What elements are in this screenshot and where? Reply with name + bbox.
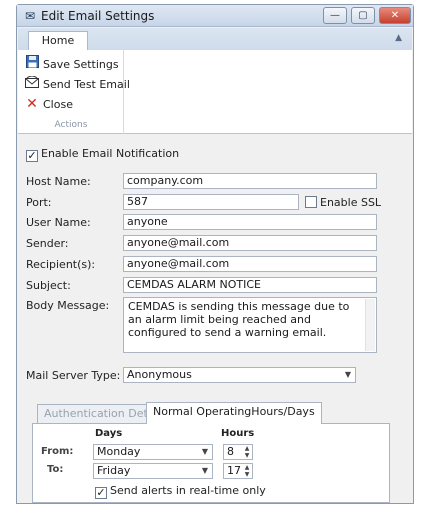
window-title: Edit Email Settings (41, 9, 155, 23)
close-label: Close (43, 98, 73, 111)
edit-email-settings-window: ✉ Edit Email Settings — ▢ ✕ Home ▲ Save … (16, 4, 414, 504)
to-day-select[interactable]: Friday ▼ (93, 463, 213, 479)
from-hour-value: 8 (227, 445, 234, 458)
subject-input[interactable]: CEMDAS ALARM NOTICE (123, 277, 377, 293)
send-test-email-button[interactable]: Send Test Email (24, 75, 130, 93)
to-day-value: Friday (97, 464, 131, 477)
to-hour-stepper[interactable]: 17 ▲ ▼ (223, 463, 253, 479)
title-bar: ✉ Edit Email Settings — ▢ ✕ (17, 5, 413, 27)
send-alerts-realtime-checkbox[interactable]: ✓ Send alerts in real-time only (95, 482, 266, 500)
operating-hours-panel: Days Hours From: Monday ▼ 8 ▲ ▼ To: Frida… (32, 423, 390, 503)
save-settings-label: Save Settings (43, 58, 119, 71)
days-header: Days (95, 428, 123, 439)
subject-label: Subject: (26, 279, 71, 292)
user-name-label: User Name: (26, 216, 91, 229)
ribbon: Save Settings Send Test Email ✕ Close Act… (18, 50, 412, 134)
mail-server-type-value: Anonymous (127, 368, 192, 381)
spin-arrows-icon[interactable]: ▲ ▼ (242, 445, 252, 459)
collapse-ribbon-icon[interactable]: ▲ (395, 33, 402, 43)
close-window-button[interactable]: ✕ (379, 7, 411, 24)
red-x-icon: ✕ (26, 96, 38, 112)
from-hour-stepper[interactable]: 8 ▲ ▼ (223, 444, 253, 460)
enable-email-notification-label: Enable Email Notification (41, 147, 180, 160)
envelope-icon: ✉ (25, 9, 36, 23)
sender-label: Sender: (26, 237, 69, 250)
send-test-email-label: Send Test Email (43, 78, 130, 91)
enable-checkbox-box[interactable]: ✓ (26, 150, 38, 162)
minimize-button[interactable]: — (323, 7, 347, 24)
floppy-disk-icon (24, 55, 40, 73)
enable-ssl-label: Enable SSL (320, 196, 382, 209)
ribbon-tabstrip: Home ▲ (18, 28, 412, 51)
body-scrollbar[interactable] (365, 299, 375, 351)
to-label: To: (47, 464, 64, 475)
chevron-down-icon: ▼ (201, 466, 208, 475)
envelope-send-icon (24, 75, 40, 93)
body-message-label: Body Message: (26, 299, 110, 312)
enable-ssl-box[interactable] (305, 196, 317, 208)
spin-arrows-icon[interactable]: ▲ ▼ (242, 464, 252, 478)
to-hour-value: 17 (227, 464, 241, 477)
host-name-input[interactable]: company.com (123, 173, 377, 189)
from-label: From: (41, 446, 74, 457)
mail-server-type-select[interactable]: Anonymous ▼ (123, 367, 356, 383)
tab-normal-operating-hours[interactable]: Normal OperatingHours/Days (146, 402, 322, 424)
actions-group: Save Settings Send Test Email ✕ Close Act… (18, 50, 130, 134)
hours-header: Hours (221, 428, 255, 439)
recipients-input[interactable]: anyone@mail.com (123, 256, 377, 272)
actions-group-label: Actions (54, 120, 88, 130)
close-button[interactable]: ✕ Close (24, 95, 73, 113)
enable-ssl-checkbox[interactable]: Enable SSL (305, 194, 381, 212)
tab-home[interactable]: Home (28, 31, 88, 51)
user-name-input[interactable]: anyone (123, 214, 377, 230)
from-day-value: Monday (97, 445, 141, 458)
recipients-label: Recipient(s): (26, 258, 96, 271)
save-settings-button[interactable]: Save Settings (24, 55, 119, 73)
host-name-label: Host Name: (26, 175, 91, 188)
chevron-down-icon: ▼ (201, 447, 208, 456)
sender-input[interactable]: anyone@mail.com (123, 235, 377, 251)
body-message-textarea[interactable]: CEMDAS is sending this message due to an… (123, 297, 377, 353)
mail-server-type-label: Mail Server Type: (26, 369, 121, 382)
chevron-down-icon: ▼ (344, 370, 351, 379)
realtime-checkbox-box[interactable]: ✓ (95, 487, 107, 499)
enable-email-notification-checkbox[interactable]: ✓ Enable Email Notification (26, 145, 179, 163)
port-input[interactable]: 587 (123, 194, 299, 210)
port-label: Port: (26, 196, 52, 209)
send-alerts-realtime-label: Send alerts in real-time only (110, 484, 266, 497)
from-day-select[interactable]: Monday ▼ (93, 444, 213, 460)
body-message-text: CEMDAS is sending this message due to an… (128, 300, 350, 339)
maximize-button[interactable]: ▢ (351, 7, 375, 24)
